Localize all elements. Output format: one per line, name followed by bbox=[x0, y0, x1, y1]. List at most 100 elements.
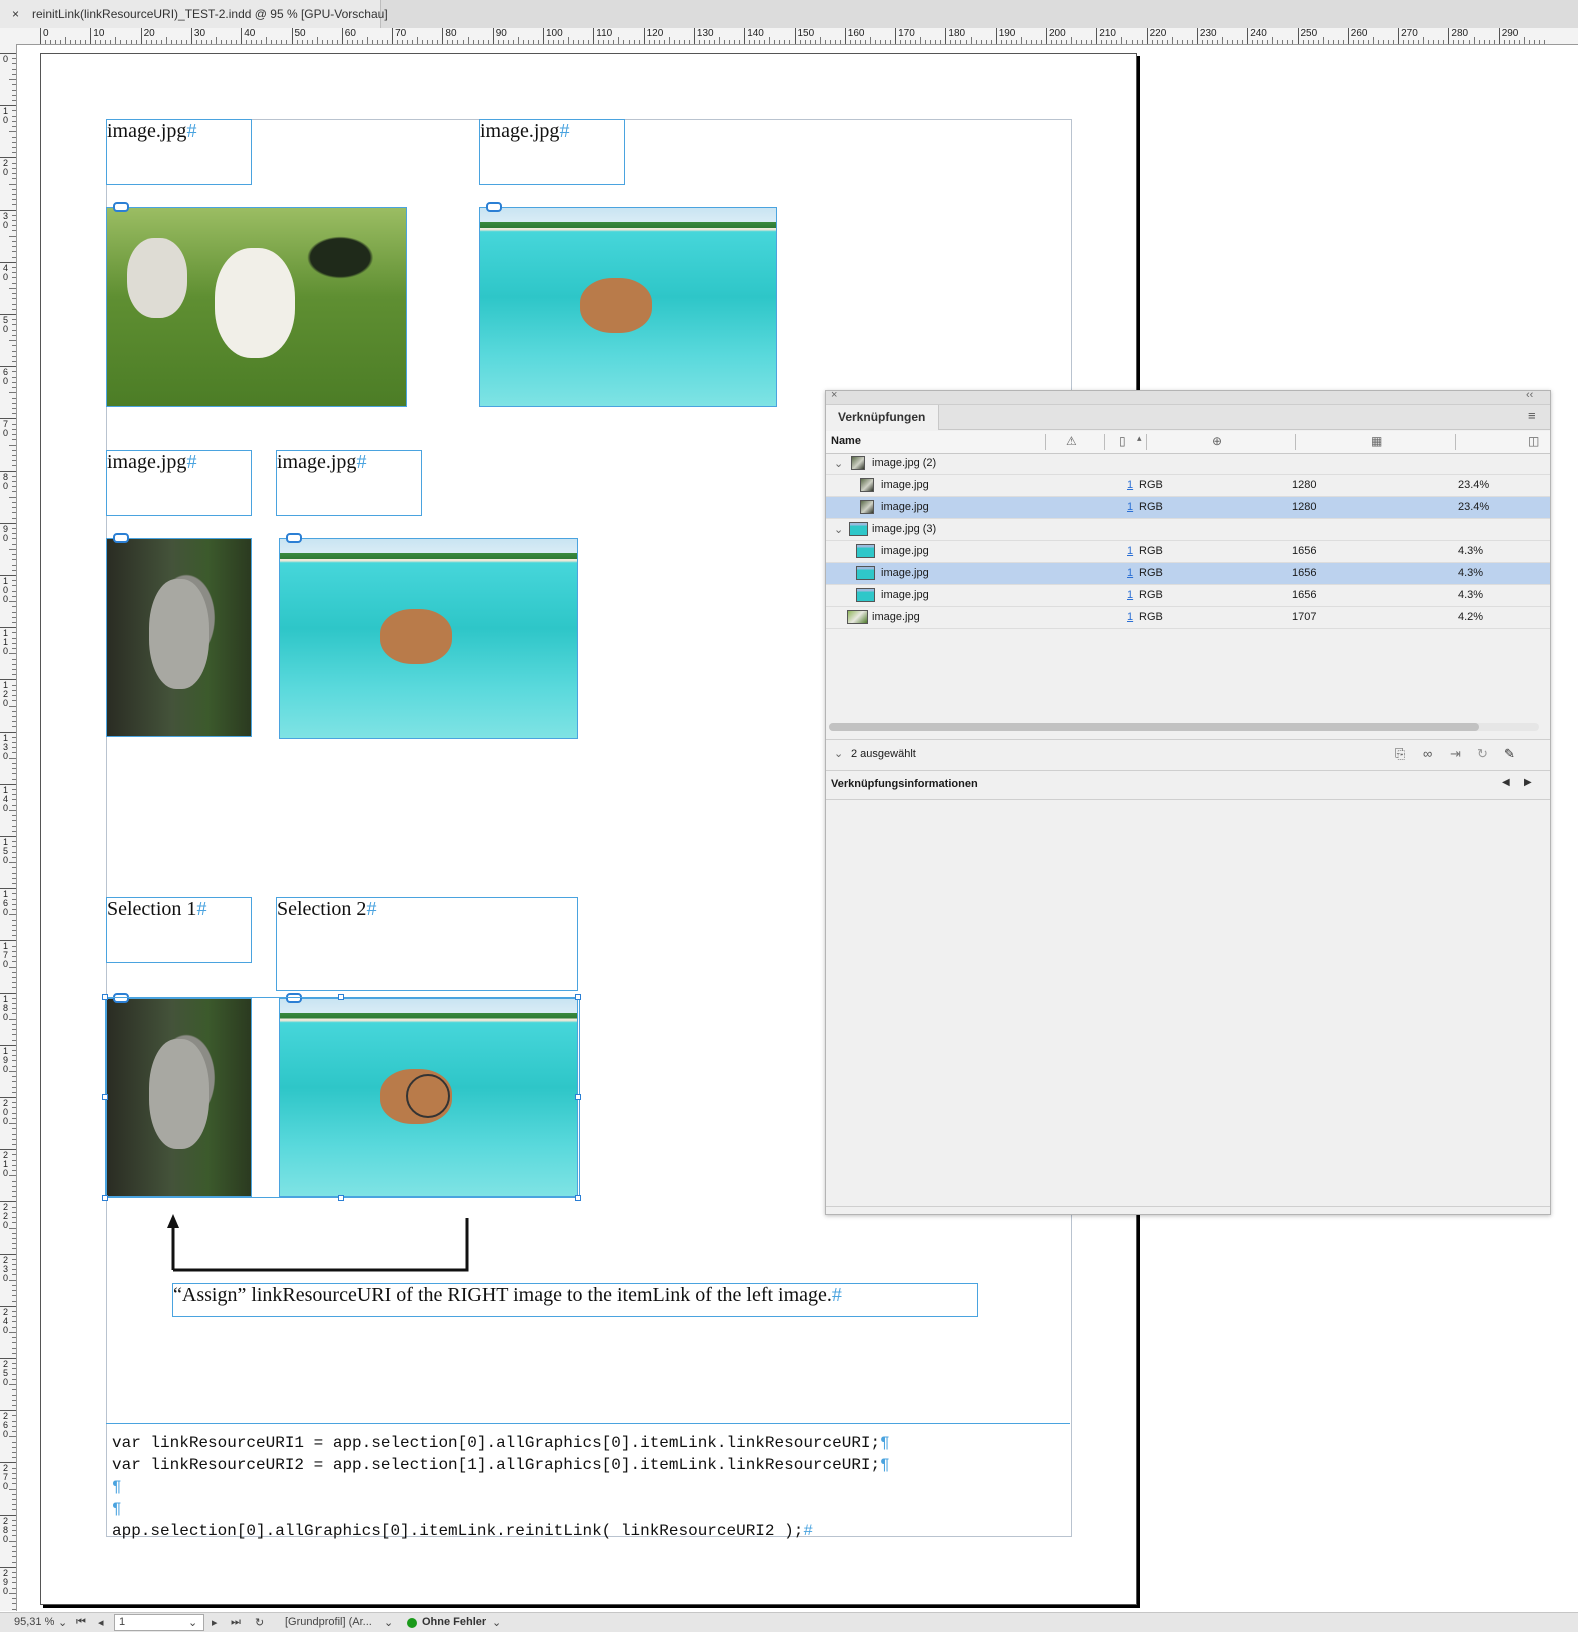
ruler-minor-tick bbox=[12, 700, 16, 702]
link-page-number[interactable]: 1 bbox=[1127, 589, 1133, 601]
go-to-link-icon[interactable]: ⇥ bbox=[1450, 746, 1461, 762]
link-badge-icon[interactable] bbox=[113, 533, 129, 543]
selection-handle[interactable] bbox=[102, 1195, 108, 1201]
link-row[interactable]: image.jpg 1 RGB 1656 4.3% bbox=[826, 585, 1550, 607]
link-page-number[interactable]: 1 bbox=[1127, 611, 1133, 623]
ruler-minor-tick bbox=[1272, 37, 1274, 44]
selection-handle[interactable] bbox=[575, 994, 581, 1000]
selection-handle[interactable] bbox=[338, 994, 344, 1000]
chevron-down-icon[interactable]: ⌄ bbox=[834, 747, 843, 760]
ruler-minor-tick bbox=[12, 1441, 16, 1443]
status-column-icon[interactable]: ⚠ bbox=[1066, 434, 1077, 448]
column-name-header[interactable]: Name bbox=[831, 435, 861, 447]
ruler-minor-tick bbox=[12, 1274, 16, 1276]
edit-original-icon[interactable]: ✎ bbox=[1504, 746, 1515, 762]
ruler-minor-tick bbox=[12, 230, 16, 232]
next-link-icon[interactable]: ▶ bbox=[1524, 777, 1532, 788]
page-column-icon[interactable]: ▯ bbox=[1119, 434, 1126, 448]
ruler-minor-tick bbox=[356, 40, 358, 44]
ruler-label: 50 bbox=[294, 28, 306, 39]
chevron-down-icon[interactable]: ⌄ bbox=[834, 457, 843, 470]
caption-frame-2[interactable]: image.jpg# bbox=[479, 119, 625, 185]
last-page-icon[interactable]: ⏭ bbox=[231, 1616, 241, 1629]
ruler-minor-tick bbox=[558, 40, 560, 44]
link-group-row[interactable]: ⌄ image.jpg (3) bbox=[826, 519, 1550, 541]
previous-link-icon[interactable]: ◀ bbox=[1502, 777, 1510, 788]
ruler-minor-tick bbox=[12, 668, 16, 670]
vertical-ruler[interactable]: 0 10 20 30 40 50 60 70 80 90 100 110 120 130 140 150 160… bbox=[0, 44, 17, 1611]
close-tab-icon[interactable]: × bbox=[12, 0, 19, 28]
selection-handle[interactable] bbox=[102, 1094, 108, 1100]
ruler-minor-tick bbox=[1468, 40, 1470, 44]
color-space-column-icon[interactable]: ⊕ bbox=[1212, 434, 1222, 448]
collapse-panel-icon[interactable]: ‹‹ bbox=[1526, 389, 1533, 401]
chevron-down-icon[interactable]: ⌄ bbox=[58, 1616, 67, 1629]
update-link-icon[interactable]: ↻ bbox=[1477, 746, 1488, 762]
links-horizontal-scrollbar[interactable] bbox=[829, 723, 1539, 731]
horizontal-ruler[interactable]: 0 10 20 30 40 50 60 70 80 90 100 110 120 130 140 150 160… bbox=[0, 28, 1578, 45]
relink-icon[interactable]: ∞ bbox=[1423, 746, 1432, 761]
pig-image-frame[interactable] bbox=[479, 207, 777, 407]
relink-from-folder-icon[interactable]: ⎘ bbox=[1395, 746, 1405, 762]
chevron-down-icon[interactable]: ⌄ bbox=[492, 1616, 501, 1629]
ruler-label: 100 bbox=[3, 576, 9, 604]
caption-frame-4[interactable]: image.jpg# bbox=[276, 450, 422, 516]
link-page-number[interactable]: 1 bbox=[1127, 479, 1133, 491]
close-panel-icon[interactable]: × bbox=[831, 389, 837, 401]
link-badge-icon[interactable] bbox=[486, 202, 502, 212]
selection-handle[interactable] bbox=[338, 1195, 344, 1201]
ruler-minor-tick bbox=[724, 40, 726, 44]
link-page-number[interactable]: 1 bbox=[1127, 545, 1133, 557]
panel-menu-icon[interactable]: ≡ bbox=[1528, 408, 1536, 423]
script-code-frame[interactable]: var linkResourceURI1 = app.selection[0].… bbox=[106, 1423, 1070, 1540]
selection-handle[interactable] bbox=[102, 994, 108, 1000]
zoom-level[interactable]: 95,31 % bbox=[14, 1616, 54, 1628]
next-page-icon[interactable]: ▸ bbox=[212, 1616, 218, 1629]
selection-2-frame[interactable]: Selection 2# bbox=[276, 897, 578, 991]
owl-image-frame[interactable] bbox=[106, 538, 252, 737]
link-badge-icon[interactable] bbox=[286, 533, 302, 543]
link-row-selected[interactable]: image.jpg 1 RGB 1656 4.3% bbox=[826, 563, 1550, 585]
chevron-down-icon[interactable]: ⌄ bbox=[834, 523, 843, 536]
ruler-label: 170 bbox=[3, 941, 9, 970]
end-of-story-mark: # bbox=[186, 451, 197, 473]
sort-ascending-icon[interactable]: ▴ bbox=[1137, 433, 1142, 444]
caption-frame-3[interactable]: image.jpg# bbox=[106, 450, 252, 516]
link-row[interactable]: image.jpg 1 RGB 1280 23.4% bbox=[826, 475, 1550, 497]
previous-page-icon[interactable]: ◂ bbox=[98, 1616, 104, 1629]
ppi-column-icon[interactable]: ▦ bbox=[1371, 434, 1382, 448]
ruler-minor-tick bbox=[1383, 40, 1384, 44]
chevron-down-icon[interactable]: ⌄ bbox=[188, 1616, 197, 1629]
scrollbar-thumb[interactable] bbox=[829, 723, 1479, 731]
caption-frame-1[interactable]: image.jpg# bbox=[106, 119, 252, 185]
end-of-story-mark: # bbox=[831, 1284, 842, 1306]
link-row[interactable]: image.jpg 1 RGB 1707 4.2% bbox=[826, 607, 1550, 629]
link-row[interactable]: image.jpg 1 RGB 1656 4.3% bbox=[826, 541, 1550, 563]
document-tab[interactable]: × reinitLink(linkResourceURI)_TEST-2.ind… bbox=[0, 0, 388, 28]
tab-links[interactable]: Verknüpfungen bbox=[826, 405, 939, 430]
scale-column-icon[interactable]: ◫ bbox=[1528, 434, 1539, 448]
pig-image-frame[interactable] bbox=[279, 538, 578, 739]
selection-handle[interactable] bbox=[575, 1195, 581, 1201]
open-document-icon[interactable]: ↻ bbox=[255, 1616, 264, 1629]
link-badge-icon[interactable] bbox=[113, 202, 129, 212]
selection-1-frame[interactable]: Selection 1# bbox=[106, 897, 252, 963]
preflight-profile[interactable]: [Grundprofil] (Ar... bbox=[285, 1616, 372, 1628]
chevron-down-icon[interactable]: ⌄ bbox=[384, 1616, 393, 1629]
ruler-minor-tick bbox=[12, 642, 16, 644]
ruler-minor-tick bbox=[12, 971, 16, 973]
assign-note-frame[interactable]: “Assign” linkResourceURI of the RIGHT im… bbox=[172, 1283, 978, 1317]
link-page-number[interactable]: 1 bbox=[1127, 567, 1133, 579]
ruler-minor-tick bbox=[296, 40, 298, 44]
link-group-row[interactable]: ⌄ image.jpg (2) bbox=[826, 453, 1550, 475]
preflight-status[interactable]: Ohne Fehler bbox=[422, 1616, 486, 1628]
chick-image-frame[interactable] bbox=[106, 207, 407, 407]
ruler-minor-tick bbox=[281, 40, 283, 44]
first-page-icon[interactable]: ⏮ bbox=[76, 1616, 86, 1629]
panel-resize-grip[interactable] bbox=[826, 1206, 1550, 1215]
link-page-number[interactable]: 1 bbox=[1127, 501, 1133, 513]
caption-text: image.jpg bbox=[107, 120, 187, 142]
ruler-minor-tick bbox=[12, 830, 16, 832]
link-row-selected[interactable]: image.jpg 1 RGB 1280 23.4% bbox=[826, 497, 1550, 519]
selection-handle[interactable] bbox=[575, 1094, 581, 1100]
